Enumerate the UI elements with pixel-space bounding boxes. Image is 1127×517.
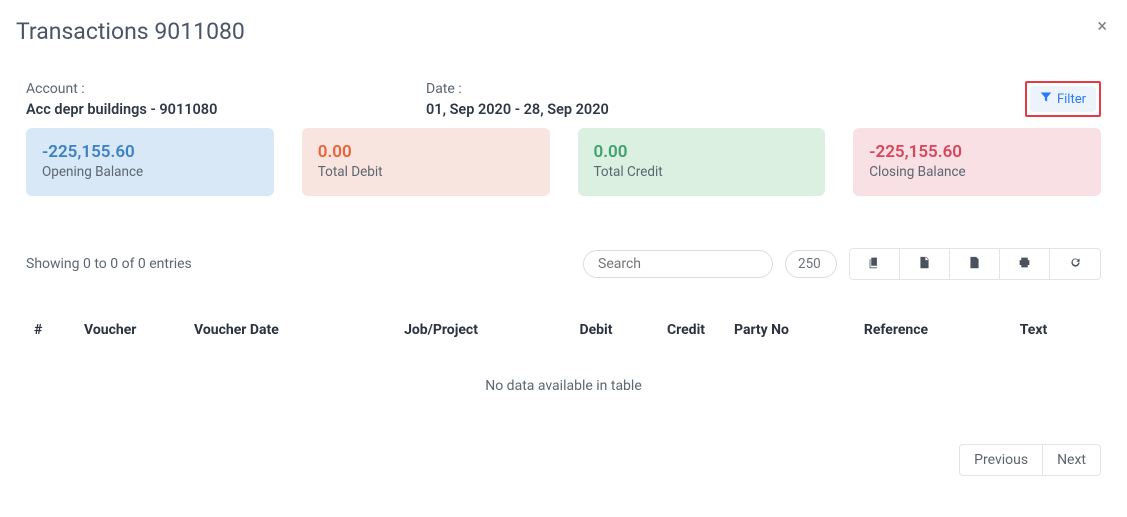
total-credit-label: Total Credit — [594, 164, 810, 180]
file-excel-icon — [968, 256, 981, 272]
card-total-debit: 0.00 Total Debit — [302, 128, 550, 196]
col-voucher[interactable]: Voucher — [76, 312, 186, 348]
card-closing-balance: -225,155.60 Closing Balance — [853, 128, 1101, 196]
export-excel-button[interactable] — [950, 249, 1000, 279]
total-credit-value: 0.00 — [594, 142, 810, 162]
table-empty-row: No data available in table — [26, 348, 1101, 404]
close-icon[interactable]: × — [1093, 18, 1111, 36]
filter-button[interactable]: Filter — [1030, 86, 1096, 112]
opening-balance-value: -225,155.60 — [42, 142, 258, 162]
export-csv-button[interactable] — [900, 249, 950, 279]
date-label: Date : — [426, 81, 1025, 97]
account-value: Acc depr buildings - 9011080 — [26, 101, 426, 118]
previous-button[interactable]: Previous — [959, 444, 1043, 476]
refresh-button[interactable] — [1050, 249, 1100, 279]
col-debit[interactable]: Debit — [546, 312, 646, 348]
print-icon — [1018, 256, 1031, 272]
copy-button[interactable] — [850, 249, 900, 279]
col-reference[interactable]: Reference — [826, 312, 966, 348]
date-block: Date : 01, Sep 2020 - 28, Sep 2020 — [426, 81, 1025, 118]
page-size-select[interactable]: 250 — [785, 250, 837, 278]
col-party-no[interactable]: Party No — [726, 312, 826, 348]
transactions-table: # Voucher Voucher Date Job/Project Debit… — [26, 312, 1101, 404]
opening-balance-label: Opening Balance — [42, 164, 258, 180]
next-button[interactable]: Next — [1043, 444, 1101, 476]
date-value: 01, Sep 2020 - 28, Sep 2020 — [426, 101, 1025, 118]
filter-highlight: Filter — [1025, 81, 1101, 117]
search-input[interactable] — [583, 250, 773, 278]
account-label: Account : — [26, 81, 426, 97]
closing-balance-label: Closing Balance — [869, 164, 1085, 180]
total-debit-value: 0.00 — [318, 142, 534, 162]
print-button[interactable] — [1000, 249, 1050, 279]
col-credit[interactable]: Credit — [646, 312, 726, 348]
refresh-icon — [1069, 256, 1082, 272]
col-text[interactable]: Text — [966, 312, 1101, 348]
total-debit-label: Total Debit — [318, 164, 534, 180]
file-icon — [918, 256, 931, 272]
page-title: Transactions 9011080 — [16, 18, 245, 45]
card-opening-balance: -225,155.60 Opening Balance — [26, 128, 274, 196]
col-job-project[interactable]: Job/Project — [336, 312, 546, 348]
card-total-credit: 0.00 Total Credit — [578, 128, 826, 196]
closing-balance-value: -225,155.60 — [869, 142, 1085, 162]
export-button-group — [849, 248, 1101, 280]
no-data-message: No data available in table — [26, 348, 1101, 404]
col-voucher-date[interactable]: Voucher Date — [186, 312, 336, 348]
showing-text: Showing 0 to 0 of 0 entries — [26, 256, 192, 272]
filter-label: Filter — [1057, 92, 1086, 107]
copy-icon — [868, 256, 881, 272]
filter-icon — [1040, 91, 1052, 107]
account-block: Account : Acc depr buildings - 9011080 — [26, 81, 426, 118]
col-num[interactable]: # — [26, 312, 76, 348]
